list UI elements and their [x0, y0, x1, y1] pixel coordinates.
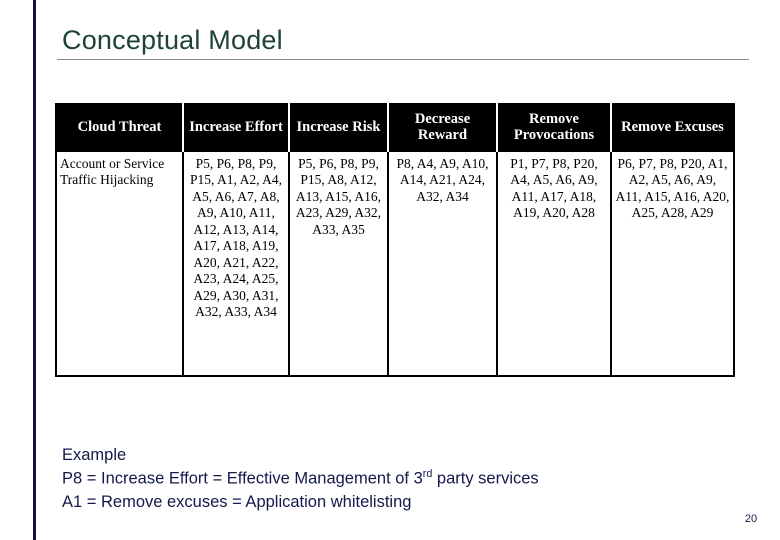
- title-divider: [57, 59, 749, 60]
- cell-increase-risk: P5, P6, P8, P9, P15, A8, A12, A13, A15, …: [288, 152, 388, 376]
- example-line-p8-suffix: party services: [432, 469, 539, 488]
- example-line-p8-prefix: P8 = Increase Effort = Effective Managem…: [62, 469, 423, 488]
- column-header-decrease-reward: Decrease Reward: [387, 104, 497, 152]
- page-title: Conceptual Model: [62, 25, 283, 55]
- cell-cloud-threat: Account or Service Traffic Hijacking: [56, 152, 183, 376]
- column-header-increase-risk: Increase Risk: [288, 104, 388, 152]
- column-header-cloud-threat: Cloud Threat: [56, 104, 183, 152]
- example-notes: Example P8 = Increase Effort = Effective…: [62, 444, 539, 515]
- example-line-p8-ordinal: rd: [422, 468, 433, 481]
- slide-canvas: Conceptual Model Cloud Threat Increase E…: [0, 0, 780, 540]
- example-line-p8: P8 = Increase Effort = Effective Managem…: [62, 467, 539, 491]
- column-header-remove-provocations: Remove Provocations: [496, 104, 611, 152]
- column-header-increase-effort: Increase Effort: [182, 104, 289, 152]
- example-heading: Example: [62, 446, 127, 464]
- conceptual-model-table: Cloud Threat Increase Effort Increase Ri…: [55, 103, 735, 377]
- table-header-row: Cloud Threat Increase Effort Increase Ri…: [56, 104, 734, 152]
- column-header-remove-excuses: Remove Excuses: [610, 104, 734, 152]
- left-accent-bar: [33, 0, 36, 540]
- example-line-a1: A1 = Remove excuses = Application whitel…: [62, 493, 412, 512]
- cell-decrease-reward: P8, A4, A9, A10, A14, A21, A24, A32, A34: [387, 152, 497, 376]
- slide-page-number: 20: [744, 513, 758, 525]
- cell-increase-effort: P5, P6, P8, P9, P15, A1, A2, A4, A5, A6,…: [182, 152, 289, 376]
- table-row: Account or Service Traffic Hijacking P5,…: [56, 152, 734, 376]
- cell-remove-excuses: P6, P7, P8, P20, A1, A2, A5, A6, A9, A11…: [610, 152, 734, 376]
- cell-remove-provocations: P1, P7, P8, P20, A4, A5, A6, A9, A11, A1…: [496, 152, 611, 376]
